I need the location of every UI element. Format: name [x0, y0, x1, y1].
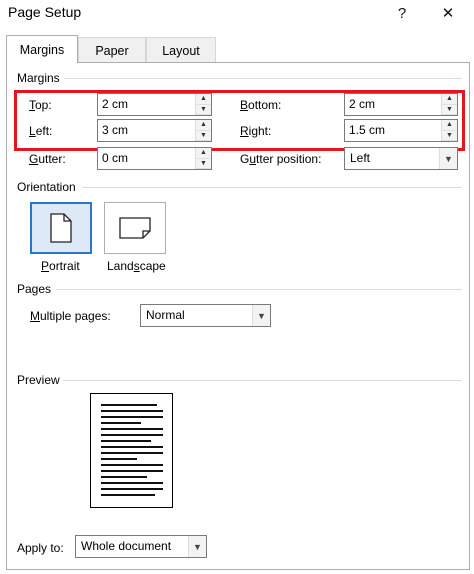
landscape-label: Landscape	[107, 259, 166, 273]
apply-to-select[interactable]: Whole document ▼	[75, 535, 207, 558]
preview-group-label: Preview	[17, 373, 60, 387]
apply-to-label: Apply to:	[17, 541, 64, 555]
gutter-spinner[interactable]: 0 cm ▲ ▼	[97, 147, 212, 170]
portrait-page-icon	[50, 213, 72, 243]
help-button[interactable]: ?	[384, 0, 420, 26]
pages-separator	[56, 289, 462, 290]
highlight-box	[14, 90, 465, 151]
multiple-pages-select[interactable]: Normal ▼	[140, 304, 271, 327]
portrait-label: Portrait	[41, 259, 80, 273]
multiple-pages-value: Normal	[146, 308, 185, 322]
preview-page	[90, 393, 173, 508]
landscape-page-icon	[119, 217, 151, 239]
spin-up-icon[interactable]: ▲	[196, 148, 211, 159]
portrait-option[interactable]	[30, 202, 92, 254]
window-title: Page Setup	[8, 4, 82, 20]
chevron-down-icon[interactable]: ▼	[439, 148, 457, 169]
preview-separator	[63, 380, 462, 381]
multiple-pages-label: Multiple pages:	[30, 309, 111, 323]
margins-separator	[64, 78, 462, 79]
tab-layout[interactable]: Layout	[146, 37, 216, 63]
gutter-position-select[interactable]: Left ▼	[344, 147, 458, 170]
gutter-position-value: Left	[350, 151, 371, 165]
tab-margins[interactable]: Margins	[6, 35, 78, 63]
apply-to-value: Whole document	[81, 539, 172, 553]
gutter-label: Gutter:	[29, 152, 66, 166]
gutter-value[interactable]: 0 cm	[98, 148, 195, 169]
orientation-group-label: Orientation	[17, 180, 76, 194]
orientation-separator	[82, 187, 462, 188]
pages-group-label: Pages	[17, 282, 52, 296]
spin-down-icon[interactable]: ▼	[196, 158, 211, 169]
landscape-option[interactable]	[104, 202, 166, 254]
chevron-down-icon[interactable]: ▼	[188, 536, 206, 557]
margins-group-label: Margins	[17, 71, 60, 85]
chevron-down-icon[interactable]: ▼	[252, 305, 270, 326]
tab-paper[interactable]: Paper	[78, 37, 146, 63]
gutter-position-label: Gutter position:	[240, 152, 322, 166]
close-button[interactable]: ✕	[430, 0, 466, 26]
